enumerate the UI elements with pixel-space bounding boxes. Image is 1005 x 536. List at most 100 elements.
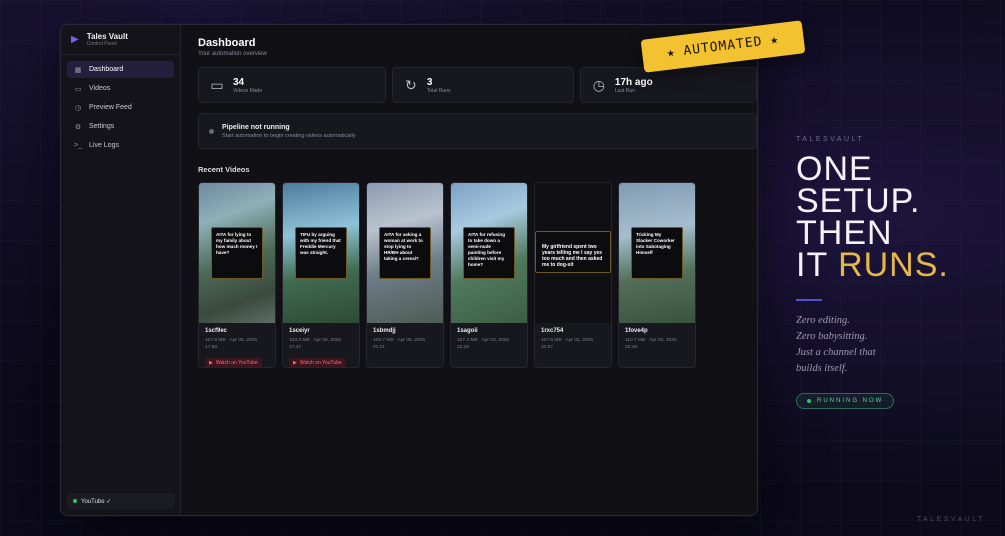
video-time: 20:48 bbox=[625, 345, 638, 350]
video-card[interactable]: My girlfriend spent two years telling me… bbox=[534, 182, 612, 368]
stat-last-run: ◷ 17h ago Last Run bbox=[579, 67, 757, 103]
video-meta: 105.7 MB · Apr 05, 2026 01:21 bbox=[373, 337, 437, 351]
video-thumbnail[interactable]: My girlfriend spent two years telling me… bbox=[535, 183, 611, 323]
stat-label: Total Runs bbox=[426, 87, 451, 94]
brand-subtitle: Control Panel bbox=[86, 40, 117, 47]
youtube-status-label: YouTube ✓ bbox=[81, 498, 112, 505]
sidebar-item-dashboard[interactable]: ▦ Dashboard bbox=[67, 61, 174, 78]
headline-line: ONE bbox=[796, 150, 873, 188]
grid-icon: ▦ bbox=[74, 66, 82, 74]
promo-panel: TALESVAULT ONE SETUP. THEN IT RUNS. Zero… bbox=[796, 136, 996, 409]
watch-label: Watch on YouTube bbox=[215, 360, 258, 366]
stat-label: Videos Made bbox=[233, 87, 263, 94]
promo-headline: ONE SETUP. THEN IT RUNS. bbox=[796, 150, 996, 284]
video-meta: 103.3 MB · Apr 05, 2026 17:47 bbox=[289, 337, 353, 351]
divider bbox=[796, 299, 822, 301]
video-size-date: 107.2 MB · Apr 03, 2026 bbox=[457, 338, 509, 343]
brand: ▶ Tales Vault Control Panel bbox=[61, 25, 180, 55]
headline-highlight: RUNS. bbox=[838, 246, 949, 284]
stat-value: 34 bbox=[233, 76, 245, 88]
status-dot-icon bbox=[73, 499, 77, 503]
video-card[interactable]: AITA for lying to my family about how mu… bbox=[198, 182, 276, 368]
sidebar-item-label: Preview Feed bbox=[89, 104, 132, 111]
video-card[interactable]: Tricking My Slacker Coworker into Sabota… bbox=[618, 182, 696, 368]
stat-label: Last Run bbox=[614, 87, 635, 94]
sidebar-item-label: Videos bbox=[89, 85, 111, 92]
video-thumbnail[interactable]: AITA for asking a woman at work to stop … bbox=[367, 183, 443, 323]
sidebar-item-label: Dashboard bbox=[89, 66, 124, 73]
video-icon: ▭ bbox=[74, 85, 82, 93]
video-thumbnail[interactable]: AITA for lying to my family about how mu… bbox=[199, 183, 275, 323]
video-time: 21:25 bbox=[457, 345, 470, 350]
terminal-icon: >_ bbox=[74, 142, 82, 149]
video-time: 17:58 bbox=[205, 345, 218, 350]
sidebar-item-videos[interactable]: ▭ Videos bbox=[67, 80, 174, 97]
video-size-date: 105.7 MB · Apr 05, 2026 bbox=[373, 338, 425, 343]
caption-overlay: AITA for lying to my family about how mu… bbox=[211, 227, 263, 279]
pipeline-subtitle: Start automation to begin creating video… bbox=[222, 132, 356, 139]
watch-on-youtube-button[interactable]: ▶ Watch on YouTube bbox=[289, 358, 346, 367]
play-icon: ▶ bbox=[293, 360, 297, 366]
sidebar-item-preview-feed[interactable]: ◷ Preview Feed bbox=[67, 99, 174, 116]
caption-overlay: Tricking My Slacker Coworker into Sabota… bbox=[631, 227, 683, 279]
video-card[interactable]: AITA for refusing to take down a semi-nu… bbox=[450, 182, 528, 368]
clock-icon: ◷ bbox=[74, 104, 82, 112]
tagline-line: Zero babysitting. bbox=[796, 331, 868, 342]
recent-videos-list: AITA for lying to my family about how mu… bbox=[198, 182, 757, 368]
caption-overlay: TIFU by arguing with my friend that Fred… bbox=[295, 227, 347, 279]
app-window: ▶ Tales Vault Control Panel ▦ Dashboard … bbox=[60, 24, 758, 516]
video-meta: 107.6 MB · Apr 02, 2026 20:57 bbox=[541, 337, 605, 351]
youtube-status[interactable]: YouTube ✓ bbox=[67, 493, 175, 509]
sidebar-item-label: Live Logs bbox=[89, 142, 119, 149]
video-thumbnail[interactable]: TIFU by arguing with my friend that Fred… bbox=[283, 183, 359, 323]
headline-word: IT bbox=[796, 246, 828, 284]
refresh-icon: ↻ bbox=[405, 76, 417, 93]
play-icon: ▶ bbox=[71, 34, 79, 45]
video-size-date: 103.3 MB · Apr 05, 2026 bbox=[289, 338, 341, 343]
sidebar-nav: ▦ Dashboard ▭ Videos ◷ Preview Feed ⚙ Se… bbox=[61, 55, 180, 162]
caption-overlay: AITA for asking a woman at work to stop … bbox=[379, 227, 431, 279]
video-id: 1sbmdjj bbox=[373, 328, 396, 334]
tagline-line: builds itself. bbox=[796, 363, 848, 374]
caption-overlay: My girlfriend spent two years telling me… bbox=[535, 231, 611, 273]
video-card[interactable]: AITA for asking a woman at work to stop … bbox=[366, 182, 444, 368]
video-id: 1sagoii bbox=[457, 328, 478, 334]
video-id: 1scf9ec bbox=[205, 328, 228, 334]
pipeline-title: Pipeline not running bbox=[222, 123, 290, 131]
watch-on-youtube-button[interactable]: ▶ Watch on YouTube bbox=[205, 358, 262, 367]
video-thumbnail[interactable]: AITA for refusing to take down a semi-nu… bbox=[451, 183, 527, 323]
footer-wordmark: TALESVAULT bbox=[916, 516, 985, 523]
tagline-line: Zero editing. bbox=[796, 315, 850, 326]
sidebar-item-label: Settings bbox=[89, 123, 115, 130]
status-dot-icon bbox=[807, 399, 811, 403]
video-time: 01:21 bbox=[373, 345, 386, 350]
stat-total-runs: ↻ 3 Total Runs bbox=[391, 67, 574, 103]
video-icon: ▭ bbox=[210, 76, 224, 93]
star-icon: ★ bbox=[769, 32, 781, 49]
watch-label: Watch on YouTube bbox=[299, 360, 342, 366]
stat-value: 17h ago bbox=[614, 76, 653, 88]
main-content: Dashboard Your automation overview ▭ 34 … bbox=[181, 25, 757, 515]
stats-row: ▭ 34 Videos Made ↻ 3 Total Runs ◷ 17h ag… bbox=[198, 67, 757, 103]
video-thumbnail[interactable]: Tricking My Slacker Coworker into Sabota… bbox=[619, 183, 695, 323]
video-meta: 107.9 MB · Apr 05, 2026 17:58 bbox=[205, 337, 269, 351]
video-id: 1fove4p bbox=[625, 328, 648, 334]
headline-line: THEN bbox=[796, 214, 893, 252]
promo-eyebrow: TALESVAULT bbox=[796, 136, 865, 143]
headline-line: IT RUNS. bbox=[796, 246, 996, 284]
video-size-date: 107.9 MB · Apr 05, 2026 bbox=[205, 338, 257, 343]
video-time: 17:47 bbox=[289, 345, 302, 350]
status-dot-icon bbox=[209, 128, 214, 134]
video-id: 1rxc754 bbox=[541, 328, 564, 334]
promo-tagline: Zero editing. Zero babysitting. Just a c… bbox=[796, 313, 996, 377]
running-label: RUNNING NOW bbox=[817, 398, 884, 404]
recent-videos-title: Recent Videos bbox=[198, 165, 250, 174]
tagline-line: Just a channel that bbox=[796, 347, 876, 358]
pipeline-status: Pipeline not running Start automation to… bbox=[198, 113, 757, 149]
sidebar-item-settings[interactable]: ⚙ Settings bbox=[67, 118, 174, 135]
running-now-pill: RUNNING NOW bbox=[796, 393, 895, 409]
stat-value: 3 bbox=[426, 76, 433, 88]
badge-label: AUTOMATED bbox=[682, 34, 764, 59]
sidebar-item-live-logs[interactable]: >_ Live Logs bbox=[67, 137, 174, 154]
video-card[interactable]: TIFU by arguing with my friend that Fred… bbox=[282, 182, 360, 368]
